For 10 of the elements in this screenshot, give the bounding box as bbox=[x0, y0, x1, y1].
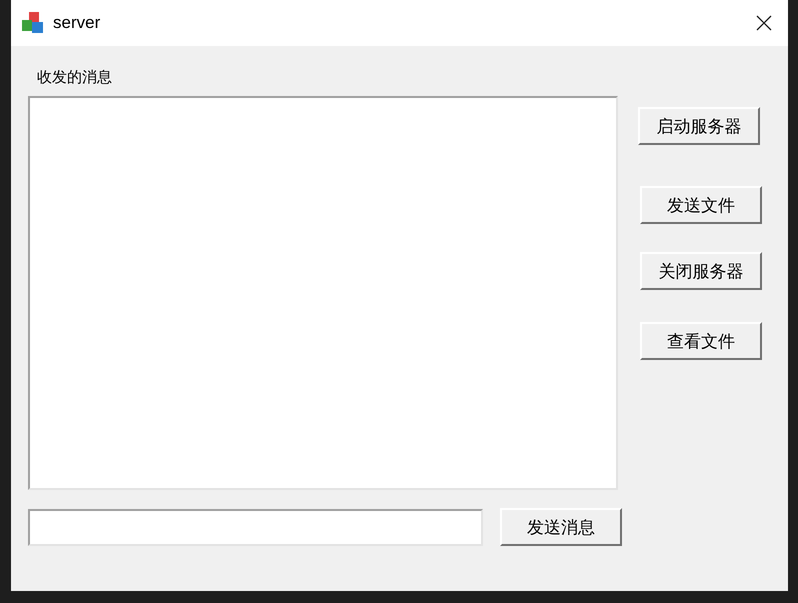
window-title: server bbox=[53, 13, 100, 33]
message-input[interactable] bbox=[28, 508, 483, 546]
action-button[interactable]: 发送文件 bbox=[640, 186, 762, 224]
action-button[interactable]: 查看文件 bbox=[640, 322, 762, 360]
action-button[interactable]: 关闭服务器 bbox=[640, 252, 762, 290]
action-button[interactable]: 启动服务器 bbox=[638, 107, 760, 145]
close-icon[interactable] bbox=[756, 15, 772, 31]
send-message-button[interactable]: 发送消息 bbox=[500, 508, 622, 546]
messages-label: 收发的消息 bbox=[37, 67, 112, 88]
app-icon bbox=[21, 11, 45, 35]
